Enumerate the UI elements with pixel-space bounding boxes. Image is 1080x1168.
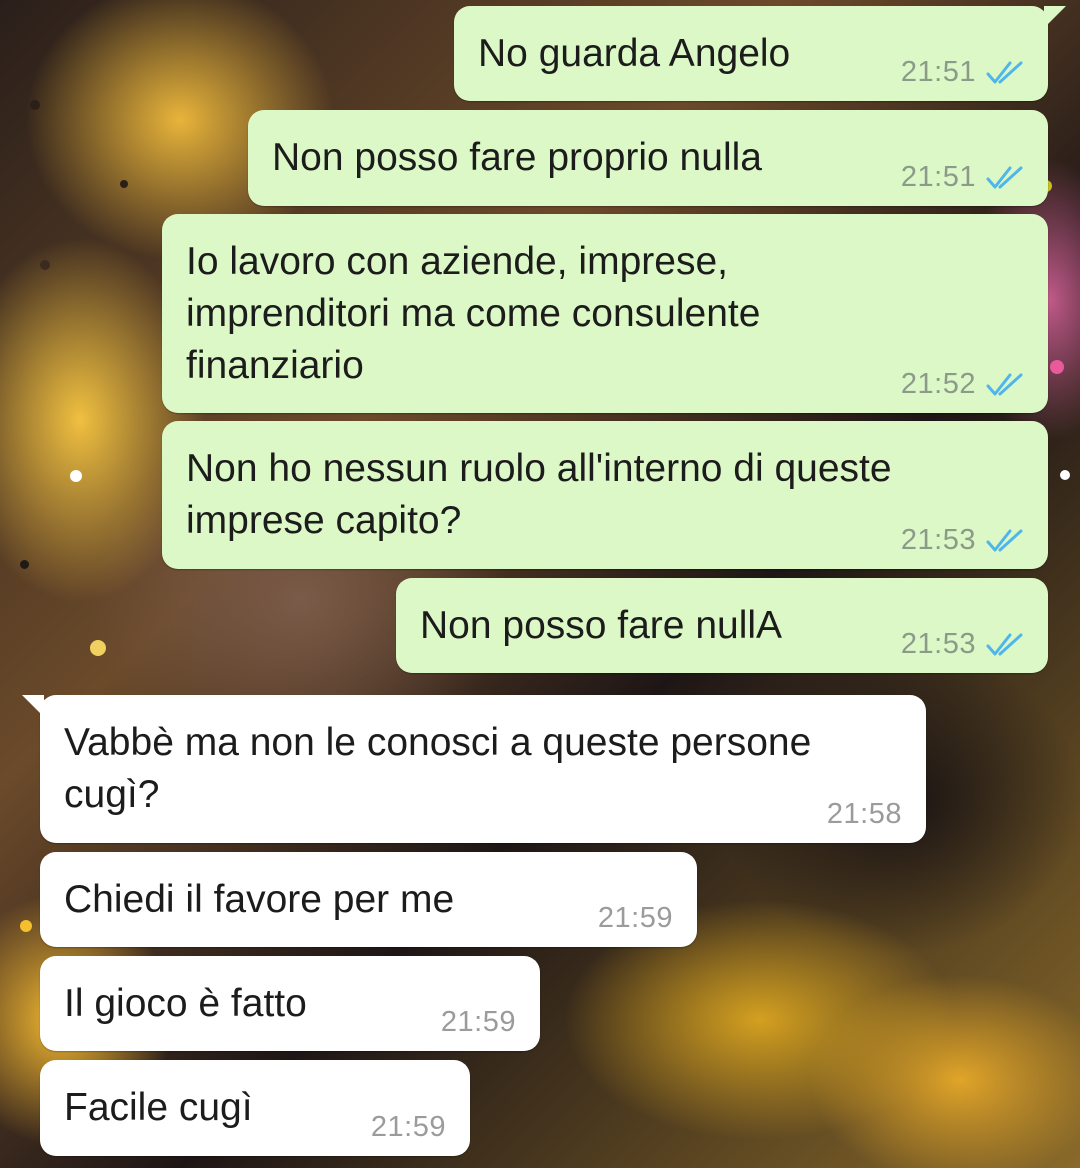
message-meta: 21:59 bbox=[371, 1111, 446, 1144]
message-meta: 21:51 bbox=[901, 56, 1024, 89]
bubble-tail bbox=[1044, 6, 1066, 28]
wallpaper-speck bbox=[30, 100, 40, 110]
message-text: Non ho nessun ruolo all'interno di quest… bbox=[186, 447, 892, 542]
read-double-check-icon bbox=[986, 165, 1024, 191]
wallpaper-speck bbox=[70, 470, 82, 482]
message-timestamp: 21:53 bbox=[900, 524, 976, 556]
wallpaper-speck bbox=[20, 920, 32, 932]
incoming-message-bubble[interactable]: Facile cugì 21:59 bbox=[40, 1060, 470, 1156]
message-timestamp: 21:59 bbox=[440, 1006, 516, 1038]
wallpaper-speck bbox=[1060, 470, 1070, 480]
message-meta: 21:53 bbox=[901, 628, 1024, 661]
message-timestamp: 21:51 bbox=[900, 161, 976, 193]
bubble-tail bbox=[22, 695, 44, 717]
wallpaper-speck bbox=[20, 560, 29, 569]
wallpaper-speck bbox=[1050, 360, 1064, 374]
outgoing-message-bubble[interactable]: Non posso fare proprio nulla 21:51 bbox=[248, 110, 1048, 206]
message-timestamp: 21:52 bbox=[900, 368, 976, 400]
message-meta: 21:51 bbox=[901, 161, 1024, 194]
message-text: Vabbè ma non le conosci a queste persone… bbox=[64, 721, 812, 816]
message-meta: 21:59 bbox=[441, 1006, 516, 1039]
wallpaper-speck bbox=[120, 180, 128, 188]
message-meta: 21:59 bbox=[598, 902, 673, 935]
incoming-message-bubble[interactable]: Chiedi il favore per me 21:59 bbox=[40, 852, 697, 947]
read-double-check-icon bbox=[986, 60, 1024, 86]
message-timestamp: 21:59 bbox=[370, 1111, 446, 1143]
outgoing-message-bubble[interactable]: No guarda Angelo 21:51 bbox=[454, 6, 1066, 101]
read-double-check-icon bbox=[986, 632, 1024, 658]
incoming-message-bubble[interactable]: Vabbè ma non le conosci a queste persone… bbox=[22, 695, 926, 843]
message-timestamp: 21:58 bbox=[826, 798, 902, 830]
message-timestamp: 21:59 bbox=[597, 902, 673, 934]
message-meta: 21:52 bbox=[901, 368, 1024, 401]
message-text: Chiedi il favore per me bbox=[64, 878, 455, 921]
read-double-check-icon bbox=[986, 372, 1024, 398]
wallpaper-speck bbox=[40, 260, 50, 270]
outgoing-message-bubble[interactable]: Non posso fare nullA 21:53 bbox=[396, 578, 1048, 673]
message-text: Io lavoro con aziende, imprese, imprendi… bbox=[186, 240, 761, 387]
message-timestamp: 21:51 bbox=[900, 56, 976, 88]
outgoing-message-bubble[interactable]: Io lavoro con aziende, imprese, imprendi… bbox=[162, 214, 1048, 413]
message-timestamp: 21:53 bbox=[900, 628, 976, 660]
incoming-message-bubble[interactable]: Il gioco è fatto 21:59 bbox=[40, 956, 540, 1051]
wallpaper-speck bbox=[90, 640, 106, 656]
message-meta: 21:53 bbox=[901, 524, 1024, 557]
read-double-check-icon bbox=[986, 528, 1024, 554]
message-meta: 21:58 bbox=[827, 798, 902, 831]
outgoing-message-bubble[interactable]: Non ho nessun ruolo all'interno di quest… bbox=[162, 421, 1048, 569]
